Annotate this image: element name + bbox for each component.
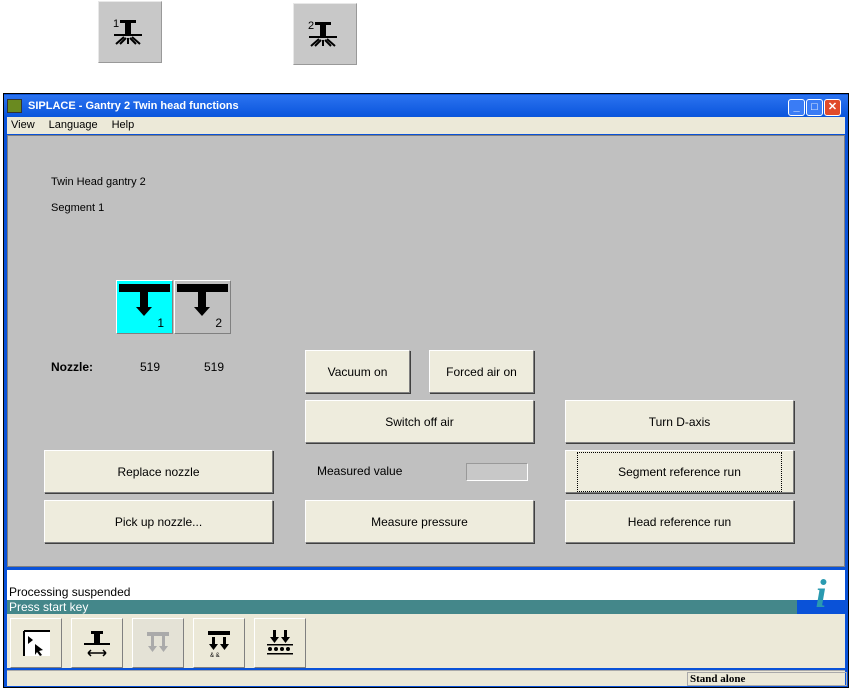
twin-head-icon (147, 632, 169, 652)
nozzle-label: Nozzle: (51, 360, 93, 374)
vacuum-on-button[interactable]: Vacuum on (305, 350, 410, 393)
head-reference-run-button[interactable]: Head reference run (565, 500, 794, 543)
forced-air-on-button[interactable]: Forced air on (429, 350, 534, 393)
menu-language[interactable]: Language (49, 119, 98, 131)
close-button[interactable]: ✕ (824, 99, 841, 116)
nozzle-2-number: 2 (215, 316, 222, 330)
menu-bar: View Language Help (7, 117, 845, 134)
turn-d-axis-button[interactable]: Turn D-axis (565, 400, 794, 443)
minimize-button[interactable]: _ (788, 99, 805, 116)
nozzle-1-value: 519 (140, 360, 161, 374)
processing-message: Processing suspended (9, 585, 131, 599)
window-title: SIPLACE - Gantry 2 Twin head functions (28, 100, 239, 112)
status-bar: Stand alone (7, 670, 847, 686)
measured-value-label: Measured value (317, 464, 403, 478)
segment-reference-run-label: Segment reference run (577, 451, 782, 492)
status-mode: Stand alone (687, 672, 847, 686)
svg-text:2: 2 (308, 20, 314, 32)
svg-text:1: 1 (113, 18, 119, 30)
head-move-icon (84, 631, 110, 657)
gantry-label: Twin Head gantry 2 (51, 176, 146, 188)
pickup-components-icon (267, 630, 293, 655)
nozzle-2-value: 519 (204, 360, 225, 374)
replace-nozzle-button[interactable]: Replace nozzle (44, 450, 273, 493)
maximize-button[interactable]: □ (806, 99, 823, 116)
nozzle-2-button[interactable]: 2 (174, 280, 231, 334)
switch-off-air-button[interactable]: Switch off air (305, 400, 534, 443)
nozzle-1-number: 1 (157, 316, 164, 330)
select-tool-button[interactable] (10, 618, 62, 668)
segment-reference-run-button[interactable]: Segment reference run (565, 450, 794, 493)
twin-nozzle-icon: & & (208, 631, 230, 658)
title-bar: SIPLACE - Gantry 2 Twin head functions (4, 95, 848, 117)
measured-value-field (466, 463, 528, 481)
head-2-icon: 2 (308, 20, 337, 47)
press-start-bar: Press start key (7, 600, 797, 614)
info-icon[interactable]: i (803, 574, 839, 614)
pointer-icon (23, 630, 50, 656)
twin-nozzle-button[interactable]: & & (193, 618, 245, 668)
menu-view[interactable]: View (11, 119, 35, 131)
message-area: Processing suspended (7, 570, 845, 600)
pickup-components-button[interactable] (254, 618, 306, 668)
app-icon (7, 99, 22, 113)
pick-up-nozzle-button[interactable]: Pick up nozzle... (44, 500, 273, 543)
head-1-button[interactable]: 1 (98, 1, 162, 63)
segment-label: Segment 1 (51, 202, 105, 214)
measure-pressure-button[interactable]: Measure pressure (305, 500, 534, 543)
svg-text:& &: & & (210, 653, 220, 658)
twin-head-button-disabled[interactable] (132, 618, 184, 668)
menu-help[interactable]: Help (112, 119, 135, 131)
head-2-button[interactable]: 2 (293, 3, 357, 65)
nozzle-1-button[interactable]: 1 (116, 280, 173, 334)
head-move-button[interactable] (71, 618, 123, 668)
head-1-icon: 1 (113, 18, 142, 45)
